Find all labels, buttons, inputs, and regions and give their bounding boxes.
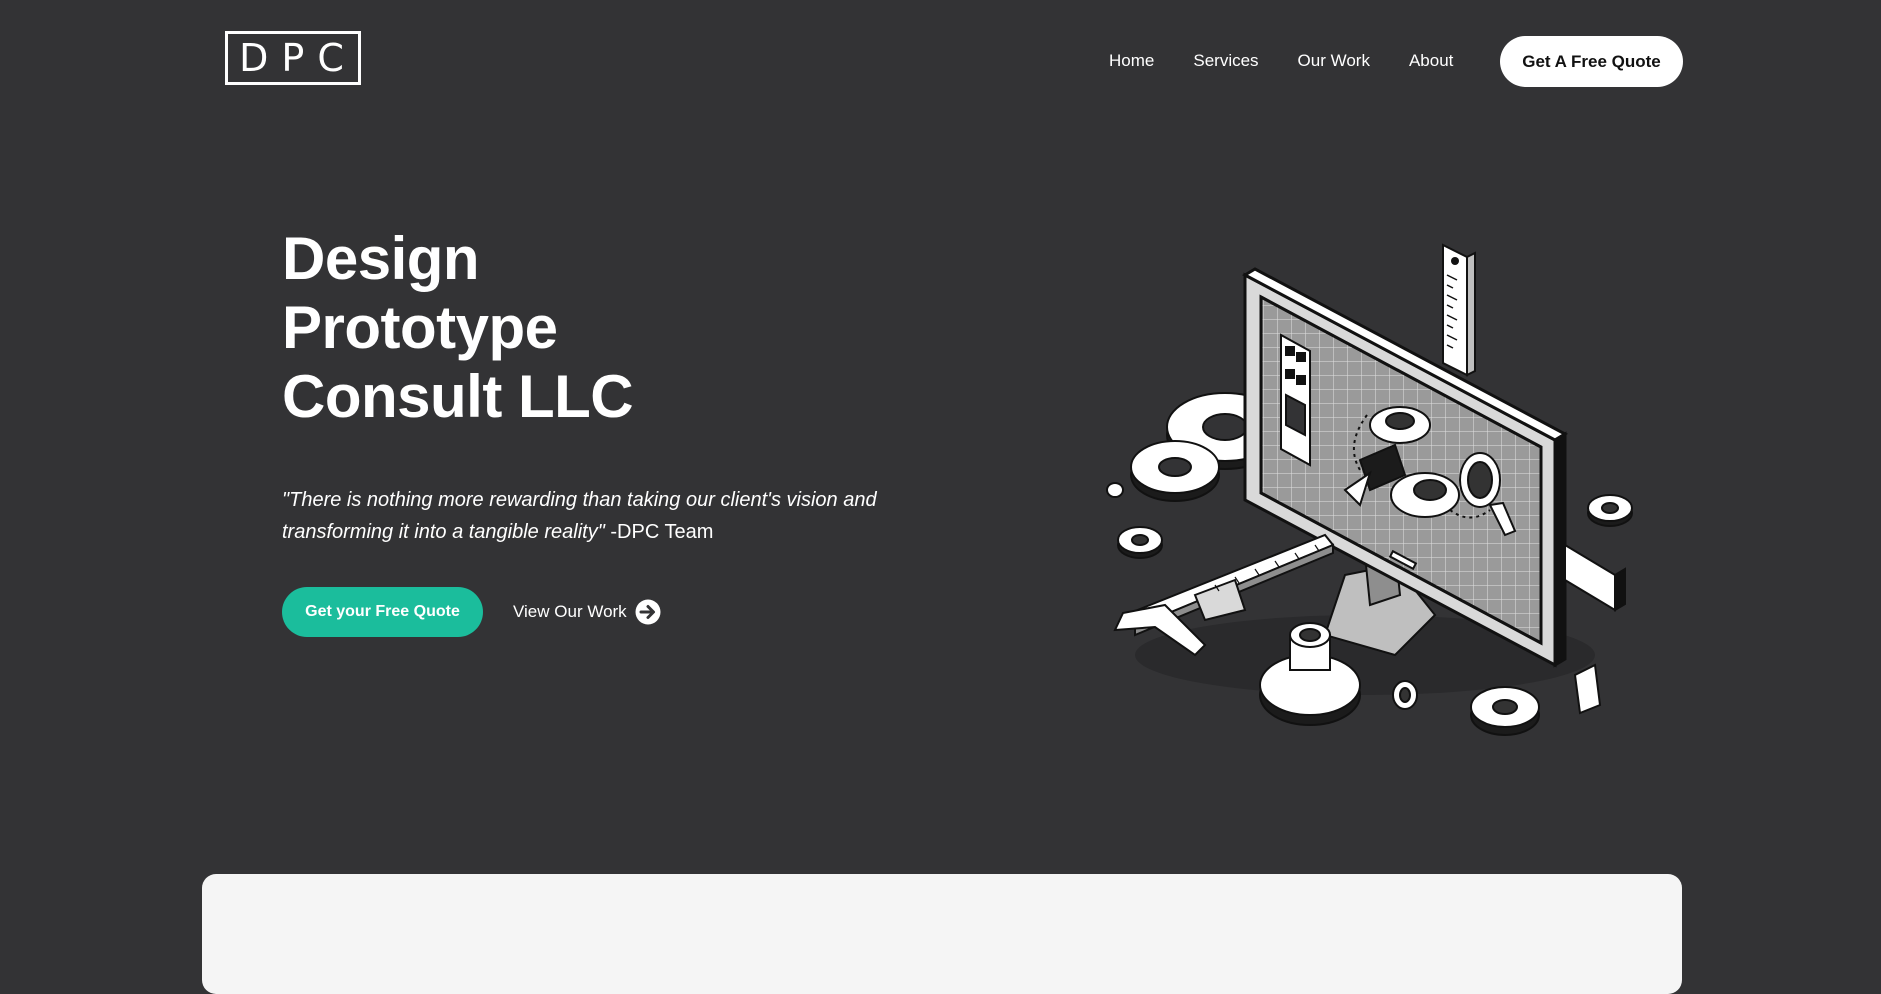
nav-about[interactable]: About — [1409, 51, 1453, 71]
nav-our-work[interactable]: Our Work — [1298, 51, 1370, 71]
quote-author: -DPC Team — [604, 521, 714, 543]
computer-engineering-illustration — [1095, 235, 1645, 755]
logo[interactable]: DPC — [225, 31, 361, 85]
nav-home[interactable]: Home — [1109, 51, 1154, 71]
content-card — [202, 874, 1682, 994]
view-our-work-link[interactable]: View Our Work — [513, 597, 661, 627]
arrow-right-circle-icon — [635, 599, 661, 625]
ruler-vertical — [1442, 243, 1476, 377]
get-free-quote-button[interactable]: Get A Free Quote — [1500, 36, 1683, 87]
hero-title-line-3: Consult LLC — [282, 363, 634, 430]
hero-title-line-2: Prototype — [282, 294, 558, 361]
nav-services[interactable]: Services — [1193, 51, 1258, 71]
quote-text: "There is nothing more rewarding than ta… — [282, 489, 877, 543]
view-our-work-label: View Our Work — [513, 602, 627, 621]
main-nav: Home Services Our Work About — [1109, 36, 1492, 86]
ruler-lying — [1564, 543, 1626, 612]
hero-title-line-1: Design — [282, 225, 480, 292]
get-your-free-quote-button[interactable]: Get your Free Quote — [282, 587, 483, 637]
hero-quote: "There is nothing more rewarding than ta… — [282, 484, 902, 548]
hero-title: Design Prototype Consult LLC — [282, 224, 634, 431]
